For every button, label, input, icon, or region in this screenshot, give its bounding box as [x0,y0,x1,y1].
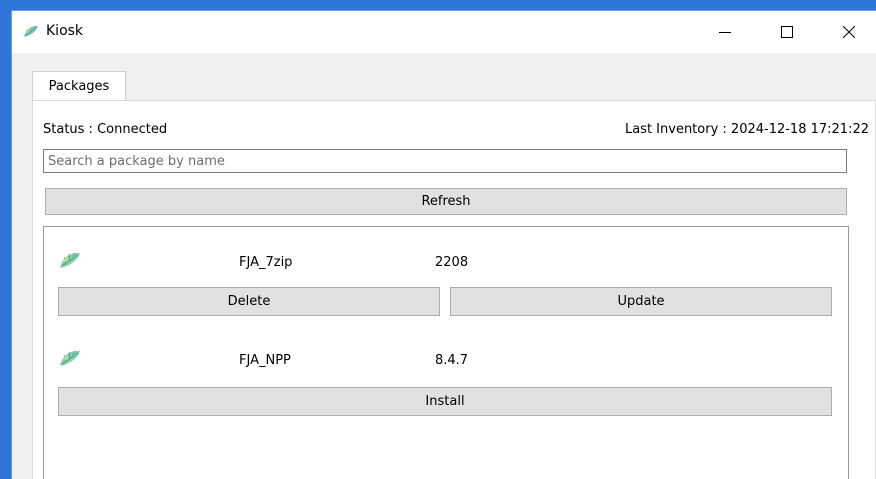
close-button[interactable] [826,11,872,53]
refresh-button[interactable]: Refresh [45,188,847,215]
coral-leaf-icon [60,252,80,268]
close-icon [843,26,855,38]
minimize-button[interactable] [702,11,748,53]
last-inventory: Last Inventory : 2024-12-18 17:21:22 [624,122,869,137]
maximize-icon [781,26,793,38]
package-version: 2208 [435,255,469,270]
search-input[interactable] [43,149,847,173]
package-name: FJA_NPP [239,353,291,368]
desktop-background: Kiosk Packages Status : Connected Last I… [0,0,876,479]
package-name: FJA_7zip [239,255,293,270]
install-button[interactable]: Install [58,387,832,416]
package-version: 8.4.7 [435,353,469,368]
coral-leaf-icon [60,350,80,366]
title-bar[interactable]: Kiosk [12,11,876,53]
kiosk-window: Kiosk Packages Status : Connected Last I… [11,10,876,479]
minimize-icon [719,32,731,33]
maximize-button[interactable] [764,11,810,53]
connection-status: Status : Connected [43,122,168,137]
delete-button[interactable]: Delete [58,287,440,316]
tab-packages[interactable]: Packages [32,71,126,101]
packages-panel: Status : Connected Last Inventory : 2024… [32,100,876,479]
coral-leaf-icon [24,25,38,37]
package-list: FJA_7zip 2208 Delete Update FJA_NPP 8.4.… [43,226,849,479]
window-title: Kiosk [46,23,84,39]
update-button[interactable]: Update [450,287,832,316]
